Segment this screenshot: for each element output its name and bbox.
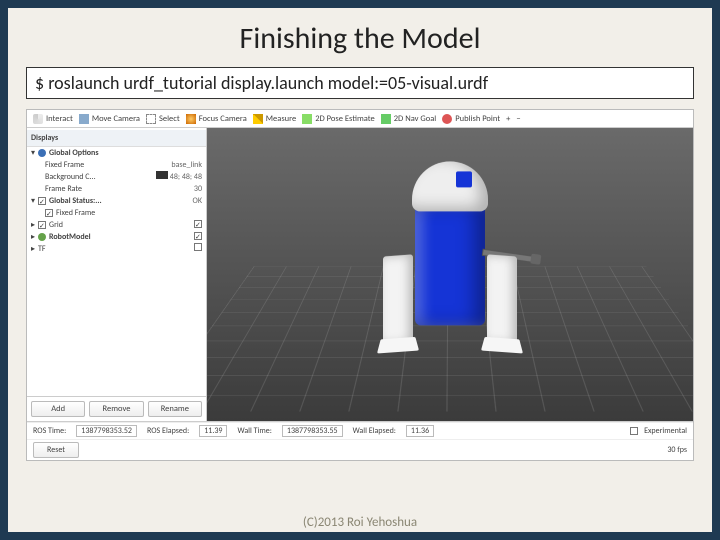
ros-elapsed-value: 11.39 (199, 425, 227, 437)
wall-time-label: Wall Time: (237, 426, 271, 436)
focus-camera-button[interactable]: Focus Camera (186, 114, 247, 124)
robot-torso (415, 205, 485, 325)
remove-button[interactable]: Remove (89, 401, 143, 417)
tree-robot-model[interactable]: ▸ RobotModel (27, 231, 206, 243)
slide-title: Finishing the Model (240, 20, 481, 57)
measure-icon (253, 114, 263, 124)
checkbox[interactable] (194, 243, 202, 251)
slide: Finishing the Model $ roslaunch urdf_tut… (0, 0, 720, 540)
measure-button[interactable]: Measure (253, 114, 296, 124)
robot-eye (456, 171, 472, 187)
displays-panel: Displays ▾ Global Options Fixed Framebas… (27, 128, 207, 421)
rename-button[interactable]: Rename (148, 401, 202, 417)
time-bar: ROS Time: 1387798353.52 ROS Elapsed: 11.… (27, 422, 693, 439)
experimental-label: Experimental (644, 426, 687, 436)
copyright-text: (C)2013 Roi Yehoshua (0, 515, 720, 530)
displays-buttons: Add Remove Rename (27, 396, 206, 421)
wall-elapsed-value: 11.36 (406, 425, 434, 437)
robot-icon (38, 233, 46, 241)
tree-frame-rate[interactable]: Frame Rate30 (27, 183, 206, 195)
rviz-window: Interact Move Camera Select Focus Camera… (26, 109, 694, 461)
wall-time-value: 1387798353.55 (282, 425, 343, 437)
tree-tf[interactable]: ▸ TF (27, 243, 206, 255)
rviz-main: Displays ▾ Global Options Fixed Framebas… (27, 128, 693, 421)
tree-global-status[interactable]: ▾ Global Status:...OK (27, 195, 206, 207)
robot-foot (481, 336, 523, 353)
bottom-bar: Reset 30 fps (27, 439, 693, 460)
robot-leg-right (487, 254, 517, 344)
displays-header: Displays (27, 130, 206, 147)
fps-display: 30 fps (667, 445, 687, 455)
interact-button[interactable]: Interact (33, 114, 73, 124)
reset-button[interactable]: Reset (33, 442, 79, 458)
tree-fixed-frame-2[interactable]: Fixed Frame (27, 207, 206, 219)
checkbox[interactable] (194, 220, 202, 228)
globe-icon (38, 149, 46, 157)
robot-leg-left (383, 254, 413, 344)
add-button[interactable]: Add (31, 401, 85, 417)
ros-elapsed-label: ROS Elapsed: (147, 426, 189, 436)
tree-fixed-frame[interactable]: Fixed Framebase_link (27, 159, 206, 171)
pose-estimate-button[interactable]: 2D Pose Estimate (302, 114, 375, 124)
check-icon (38, 221, 46, 229)
toolbar-minus-button[interactable]: − (516, 114, 520, 124)
ros-time-label: ROS Time: (33, 426, 66, 436)
tree-grid[interactable]: ▸ Grid (27, 219, 206, 231)
publish-point-button[interactable]: Publish Point (442, 114, 500, 124)
select-icon (146, 114, 156, 124)
cursor-icon (33, 114, 43, 124)
check-icon (45, 209, 53, 217)
ros-time-value: 1387798353.52 (76, 425, 137, 437)
tree-background[interactable]: Background C... 48; 48; 48 (27, 171, 206, 183)
nav-goal-button[interactable]: 2D Nav Goal (381, 114, 437, 124)
wall-elapsed-label: Wall Elapsed: (353, 426, 396, 436)
status-bars: ROS Time: 1387798353.52 ROS Elapsed: 11.… (27, 421, 693, 460)
move-camera-icon (79, 114, 89, 124)
experimental-checkbox[interactable] (630, 427, 638, 435)
robot-model (415, 205, 485, 325)
robot-head (412, 161, 488, 211)
status-ok-icon (38, 197, 46, 205)
select-button[interactable]: Select (146, 114, 180, 124)
command-box: $ roslaunch urdf_tutorial display.launch… (26, 67, 694, 99)
viewport-3d[interactable] (207, 128, 693, 421)
toolbar-plus-button[interactable]: + (506, 114, 510, 124)
checkbox[interactable] (194, 232, 202, 240)
move-camera-button[interactable]: Move Camera (79, 114, 140, 124)
focus-icon (186, 114, 196, 124)
nav-goal-icon (381, 114, 391, 124)
rviz-toolbar: Interact Move Camera Select Focus Camera… (27, 110, 693, 128)
pose-estimate-icon (302, 114, 312, 124)
displays-tree[interactable]: Displays ▾ Global Options Fixed Framebas… (27, 128, 206, 396)
robot-foot (377, 336, 419, 353)
tree-global-options[interactable]: ▾ Global Options (27, 147, 206, 159)
publish-point-icon (442, 114, 452, 124)
color-swatch (156, 171, 168, 179)
slide-inner: Finishing the Model $ roslaunch urdf_tut… (8, 8, 712, 532)
